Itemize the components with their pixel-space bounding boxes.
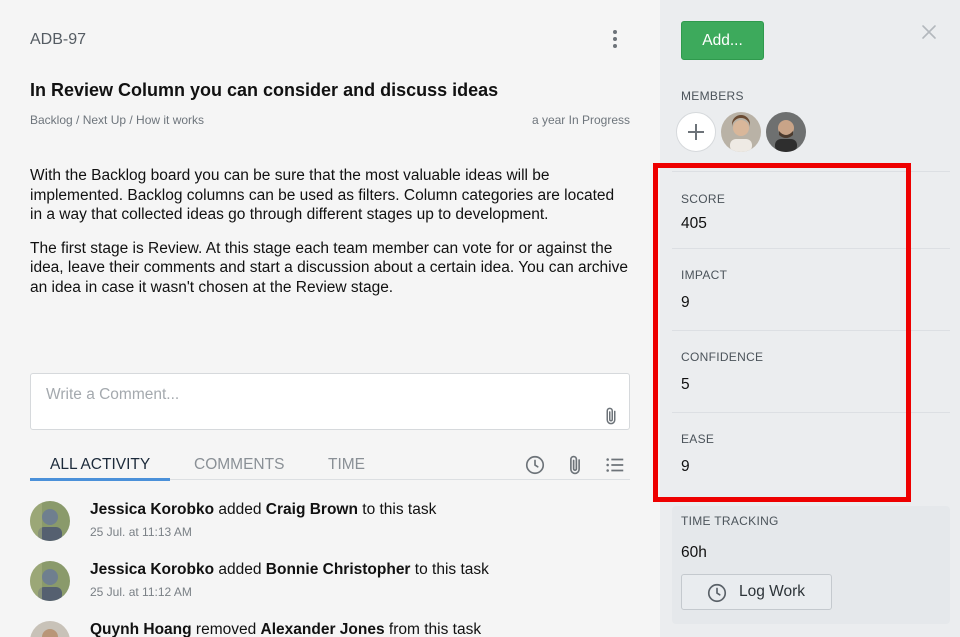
activity-item: Jessica Korobko added Craig Brown to thi…: [30, 501, 630, 541]
avatar[interactable]: [30, 621, 70, 637]
tab-time[interactable]: TIME: [328, 456, 365, 474]
task-main-panel: ADB-97 In Review Column you can consider…: [0, 0, 660, 637]
activity-tabs: ALL ACTIVITY COMMENTS TIME: [30, 452, 630, 481]
log-work-button[interactable]: Log Work: [681, 574, 832, 610]
comment-input[interactable]: Write a Comment...: [30, 373, 630, 430]
activity-time: 25 Jul. at 11:12 AM: [90, 585, 192, 599]
description-paragraph: With the Backlog board you can be sure t…: [30, 167, 615, 223]
activity-suffix: to this task: [414, 561, 489, 578]
tab-all-activity[interactable]: ALL ACTIVITY: [50, 456, 150, 474]
log-work-label: Log Work: [739, 583, 806, 600]
activity-actor[interactable]: Jessica Korobko: [90, 561, 214, 578]
activity-item: Jessica Korobko added Bonnie Christopher…: [30, 561, 630, 601]
activity-action: added: [218, 501, 262, 518]
task-title[interactable]: In Review Column you can consider and di…: [30, 80, 498, 101]
clock-icon[interactable]: [524, 454, 546, 476]
activity-target[interactable]: Alexander Jones: [261, 621, 385, 637]
activity-suffix: from this task: [388, 621, 482, 637]
activity-time: 25 Jul. at 11:13 AM: [90, 525, 192, 539]
task-status: a year In Progress: [531, 113, 630, 127]
members-label: MEMBERS: [681, 89, 744, 103]
close-icon[interactable]: [921, 24, 937, 40]
activity-target[interactable]: Craig Brown: [266, 501, 358, 518]
activity-action: removed: [195, 621, 257, 637]
activity-suffix: to this task: [362, 501, 437, 518]
avatar[interactable]: [766, 112, 806, 152]
active-tab-indicator: [30, 478, 170, 481]
breadcrumb[interactable]: Backlog / Next Up / How it works: [30, 113, 204, 127]
avatar[interactable]: [30, 501, 70, 541]
description-paragraph: The first stage is Review. At this stage…: [30, 239, 628, 296]
add-button[interactable]: Add...: [681, 21, 764, 60]
paperclip-icon[interactable]: [564, 454, 586, 476]
activity-text: Quynh Hoang removed Alexander Jones from…: [90, 621, 481, 637]
avatar[interactable]: [721, 112, 761, 152]
comment-placeholder: Write a Comment...: [46, 386, 180, 403]
activity-actor[interactable]: Jessica Korobko: [90, 501, 214, 518]
task-description[interactable]: With the Backlog board you can be sure t…: [30, 166, 630, 311]
avatar[interactable]: [30, 561, 70, 601]
add-member-button[interactable]: [676, 112, 716, 152]
task-id: ADB-97: [30, 31, 87, 48]
activity-text: Jessica Korobko added Craig Brown to thi…: [90, 501, 436, 519]
kebab-menu-icon[interactable]: [606, 30, 624, 52]
time-tracking-label: TIME TRACKING: [681, 514, 779, 528]
activity-actor[interactable]: Quynh Hoang: [90, 621, 192, 637]
highlight-box: [653, 163, 911, 502]
list-icon[interactable]: [604, 454, 626, 476]
clock-icon: [707, 583, 727, 603]
time-tracking-value: 60h: [681, 544, 707, 561]
activity-item: Quynh Hoang removed Alexander Jones from…: [30, 621, 630, 637]
paperclip-icon[interactable]: [601, 406, 621, 426]
tab-comments[interactable]: COMMENTS: [194, 456, 284, 474]
activity-action: added: [218, 561, 262, 578]
activity-text: Jessica Korobko added Bonnie Christopher…: [90, 561, 489, 579]
activity-target[interactable]: Bonnie Christopher: [266, 561, 411, 578]
